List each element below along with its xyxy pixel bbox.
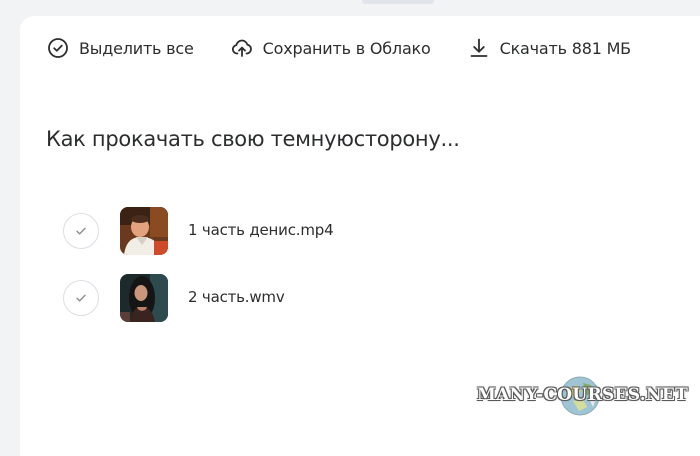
watermark-text: MANY-COURSES.NET <box>476 385 689 405</box>
download-label: Скачать 881 МБ <box>499 38 632 58</box>
folder-title: Как прокачать свою темнуюсторону... <box>46 127 460 151</box>
watermark: MANY-COURSES.NET <box>475 375 690 416</box>
video-thumbnail[interactable] <box>120 274 168 322</box>
cloud-upload-icon <box>230 36 254 60</box>
save-to-cloud-button[interactable]: Сохранить в Облако <box>230 36 431 60</box>
checkmark-icon <box>76 294 86 302</box>
top-tab-indicator <box>362 0 434 4</box>
file-row[interactable]: 1 часть денис.mp4 <box>62 206 622 256</box>
toolbar: Выделить все Сохранить в Облако Скачать … <box>46 36 631 60</box>
check-circle-icon <box>46 36 70 60</box>
download-button[interactable]: Скачать 881 МБ <box>467 36 631 60</box>
file-name[interactable]: 2 часть.wmv <box>188 288 285 306</box>
save-to-cloud-label: Сохранить в Облако <box>262 38 431 58</box>
download-icon <box>467 36 491 60</box>
select-all-label: Выделить все <box>79 38 194 58</box>
select-all-button[interactable]: Выделить все <box>46 36 194 60</box>
file-select-checkbox[interactable] <box>63 213 99 249</box>
file-select-checkbox[interactable] <box>63 280 99 316</box>
checkmark-icon <box>76 227 86 235</box>
video-thumbnail[interactable] <box>120 207 168 255</box>
file-list: 1 часть денис.mp4 2 часть.wmv <box>62 206 622 340</box>
file-name[interactable]: 1 часть денис.mp4 <box>188 221 334 239</box>
file-row[interactable]: 2 часть.wmv <box>62 273 622 323</box>
